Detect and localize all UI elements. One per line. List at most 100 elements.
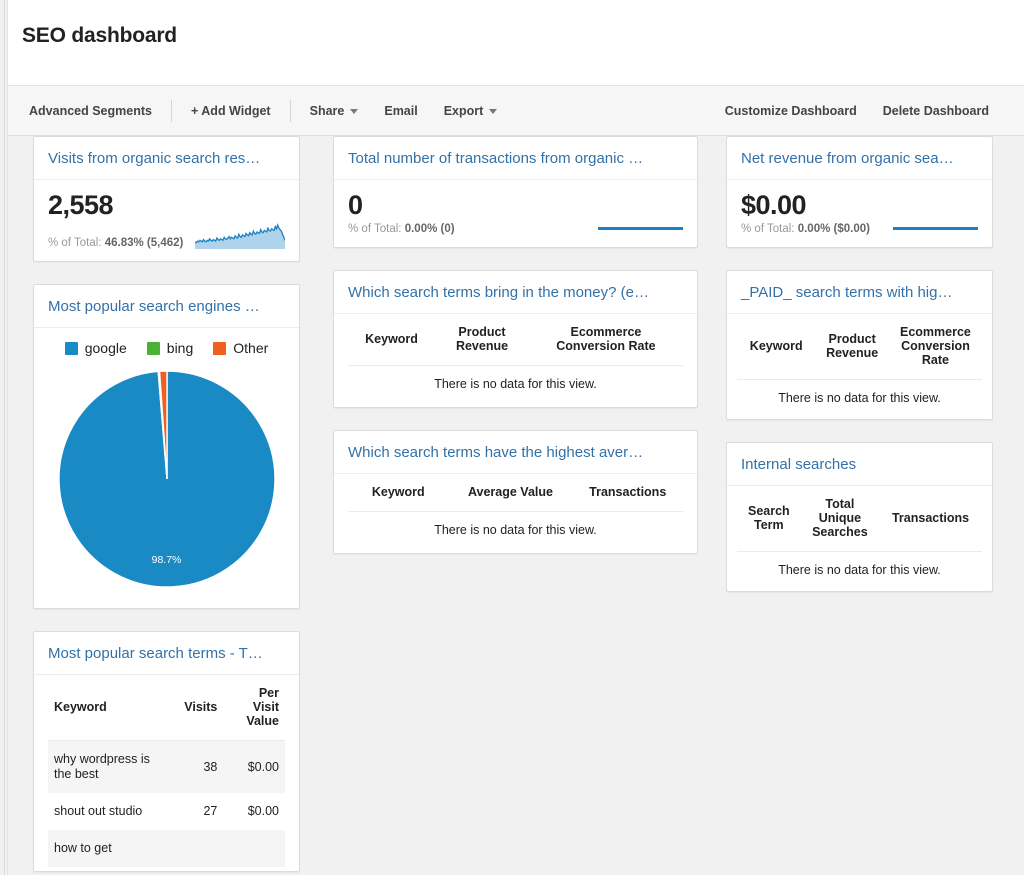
cell-keyword: shout out studio [54, 804, 143, 818]
widget-most-popular-search-engines[interactable]: Most popular search engines … google bin… [33, 284, 300, 609]
widget-search-terms-highest-average-value[interactable]: Which search terms have the highest aver… [333, 430, 698, 554]
percent-of-total-value: 0.00% ($0.00) [797, 223, 870, 235]
widget-total-transactions-from-organic[interactable]: Total number of transactions from organi… [333, 136, 698, 248]
toolbar-divider [170, 100, 172, 122]
table-header-row: Keyword Average Value Transactions [348, 474, 683, 512]
board-column-3: Net revenue from organic sea… $0.00 % of… [726, 136, 993, 614]
advanced-segments-button[interactable]: Advanced Segments [16, 98, 165, 124]
share-menu-button[interactable]: Share [297, 98, 372, 124]
sparkline-chart [195, 223, 285, 249]
legend-label-other: Other [233, 340, 269, 356]
table-header-row: Keyword Visits Per Visit Value [48, 675, 285, 741]
widget-visits-from-organic-search[interactable]: Visits from organic search res… 2,558 % … [33, 136, 300, 262]
column-header-search-term[interactable]: Search Term [737, 486, 801, 552]
widget-title[interactable]: _PAID_ search terms with hig… [727, 271, 992, 314]
board-column-1: Visits from organic search res… 2,558 % … [33, 136, 300, 875]
scorecard-percent-of-total: % of Total: 0.00% (0) [348, 223, 455, 235]
legend-swatch-bing [146, 341, 160, 355]
column-header-product-revenue[interactable]: Product Revenue [435, 314, 529, 366]
percent-of-total-value: 0.00% (0) [404, 223, 455, 235]
chevron-down-icon [350, 108, 359, 114]
sparkline-svg [195, 223, 285, 249]
column-header-average-value[interactable]: Average Value [448, 474, 573, 512]
percent-of-total-value: 46.83% (5,462) [104, 237, 184, 249]
toolbar-left-group: Advanced Segments + Add Widget Share Ema… [16, 86, 510, 136]
delete-dashboard-button[interactable]: Delete Dashboard [870, 98, 1002, 124]
table-row[interactable]: why wordpress is the best 38 $0.00 [48, 740, 285, 793]
email-button[interactable]: Email [371, 98, 430, 124]
scorecard-percent-of-total: % of Total: 46.83% (5,462) [48, 237, 183, 249]
terms-money-table: Keyword Product Revenue Ecommerce Conver… [348, 314, 683, 403]
table-empty-row: There is no data for this view. [737, 380, 982, 418]
legend-item-google[interactable]: google [64, 340, 127, 356]
table-body: There is no data for this view. [737, 380, 982, 418]
advanced-segments-label: Advanced Segments [29, 104, 152, 118]
export-menu-button[interactable]: Export [431, 98, 511, 124]
widget-title[interactable]: Which search terms have the highest aver… [334, 431, 697, 474]
popular-terms-table: Keyword Visits Per Visit Value why wordp… [48, 675, 285, 867]
legend-item-bing[interactable]: bing [146, 340, 193, 356]
widget-title[interactable]: Total number of transactions from organi… [334, 137, 697, 180]
legend-swatch-other [213, 341, 227, 355]
column-header-total-unique-searches[interactable]: Total Unique Searches [800, 486, 880, 552]
no-data-message: There is no data for this view. [434, 523, 597, 537]
widget-board: Visits from organic search res… 2,558 % … [8, 136, 1024, 875]
sparkline-flat [598, 227, 683, 230]
table-container: Search Term Total Unique Searches Transa… [727, 486, 992, 591]
scorecard-value: 2,558 [48, 190, 114, 220]
legend-label-google: google [84, 340, 127, 356]
toolbar-divider [289, 100, 291, 122]
add-widget-label: + Add Widget [190, 104, 271, 118]
no-data-message: There is no data for this view. [778, 391, 941, 405]
table-container: Keyword Average Value Transactions There… [334, 474, 697, 553]
widget-internal-searches[interactable]: Internal searches Search Term Total Uniq… [726, 442, 993, 592]
scorecard-footer: % of Total: 46.83% (5,462) [48, 223, 285, 249]
table-head: Keyword Product Revenue Ecommerce Conver… [348, 314, 683, 366]
table-body: There is no data for this view. [737, 552, 982, 590]
widget-net-revenue-from-organic-search[interactable]: Net revenue from organic sea… $0.00 % of… [726, 136, 993, 248]
cell-visits: 38 [175, 740, 224, 793]
column-header-keyword[interactable]: Keyword [737, 314, 816, 380]
export-label: Export [443, 104, 484, 118]
column-header-keyword[interactable]: Keyword [348, 314, 436, 366]
scorecard-value: 0 [348, 190, 363, 220]
terms-avg-value-table: Keyword Average Value Transactions There… [348, 474, 683, 549]
column-header-product-revenue[interactable]: Product Revenue [815, 314, 889, 380]
page-header: SEO dashboard [8, 0, 1024, 86]
table-head: Keyword Visits Per Visit Value [48, 675, 285, 741]
column-header-keyword[interactable]: Keyword [48, 675, 176, 741]
delete-dashboard-label: Delete Dashboard [882, 104, 989, 118]
cell-per-visit-value: $0.00 [223, 740, 285, 793]
widget-title[interactable]: Most popular search engines … [34, 285, 299, 328]
legend-item-other[interactable]: Other [213, 340, 268, 356]
add-widget-button[interactable]: + Add Widget [178, 98, 284, 124]
pie-chart[interactable] [57, 370, 276, 588]
widget-title[interactable]: Visits from organic search res… [34, 137, 299, 180]
cell-keyword: why wordpress is the best [48, 740, 176, 793]
widget-paid-search-terms[interactable]: _PAID_ search terms with hig… Keyword Pr… [726, 270, 993, 420]
widget-title[interactable]: Most popular search terms - T… [34, 632, 299, 675]
column-header-ecommerce-conversion-rate[interactable]: Ecommerce Conversion Rate [528, 314, 683, 366]
customize-dashboard-button[interactable]: Customize Dashboard [712, 98, 870, 124]
cell-per-visit-value: $0.00 [247, 804, 279, 818]
table-header-row: Keyword Product Revenue Ecommerce Conver… [348, 314, 683, 366]
column-header-per-visit-value[interactable]: Per Visit Value [223, 675, 285, 741]
column-header-transactions[interactable]: Transactions [572, 474, 683, 512]
left-gutter [0, 0, 8, 875]
column-header-keyword[interactable]: Keyword [348, 474, 449, 512]
table-body: why wordpress is the best 38 $0.00 shout ou… [48, 740, 285, 867]
widget-search-terms-bring-money[interactable]: Which search terms bring in the money? (… [333, 270, 698, 408]
widget-title[interactable]: Net revenue from organic sea… [727, 137, 992, 180]
sparkline-flat [893, 227, 978, 230]
column-header-transactions[interactable]: Transactions [879, 486, 982, 552]
table-empty-row: There is no data for this view. [348, 366, 683, 404]
table-row[interactable]: how to get [48, 830, 285, 867]
widget-title[interactable]: Internal searches [727, 443, 992, 486]
widget-most-popular-search-terms[interactable]: Most popular search terms - T… Keyword V… [33, 631, 300, 872]
widget-title[interactable]: Which search terms bring in the money? (… [334, 271, 697, 314]
column-header-visits[interactable]: Visits [175, 675, 224, 741]
table-row[interactable]: shout out studio 27 $0.00 [48, 793, 285, 830]
scorecard-body: 2,558 % of Total: 46.83% (5,462) [34, 180, 299, 261]
column-header-ecommerce-conversion-rate[interactable]: Ecommerce Conversion Rate [888, 314, 982, 380]
board-column-2: Total number of transactions from organi… [333, 136, 698, 576]
